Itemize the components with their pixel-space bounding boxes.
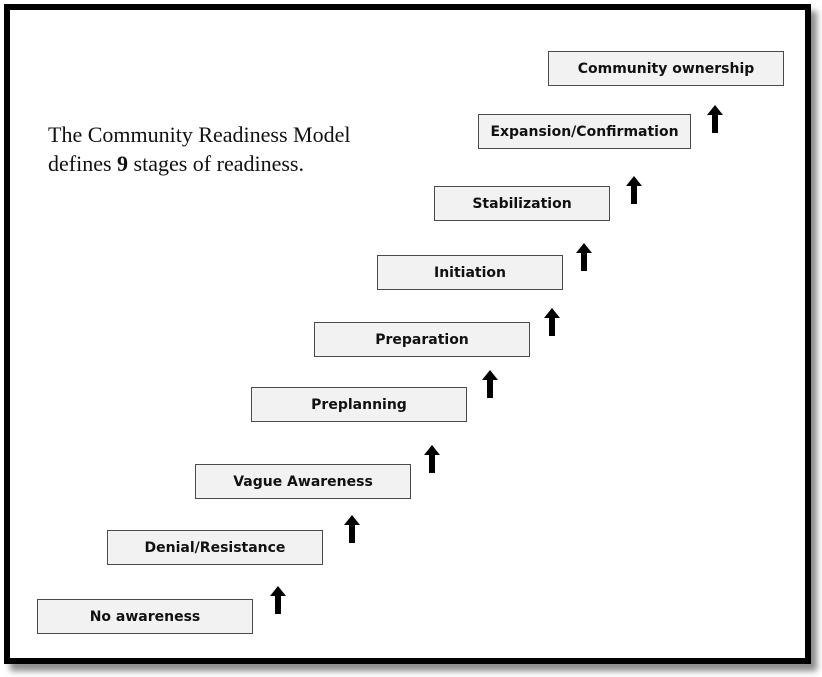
up-arrow-icon <box>576 243 592 271</box>
up-arrow-icon <box>626 176 642 204</box>
up-arrow-icon <box>344 515 360 543</box>
stage-box-no-awareness: No awareness <box>37 599 253 634</box>
stage-box-community-ownership: Community ownership <box>548 51 784 86</box>
stage-box-preplanning: Preplanning <box>251 387 467 422</box>
up-arrow-icon <box>424 445 440 473</box>
diagram-frame: The Community Readiness Model defines 9 … <box>4 4 811 664</box>
up-arrow-icon <box>544 308 560 336</box>
stage-box-denial-resistance: Denial/Resistance <box>107 530 323 565</box>
up-arrow-icon <box>482 370 498 398</box>
stage-box-vague-awareness: Vague Awareness <box>195 464 411 499</box>
stage-box-expansion-confirmation: Expansion/Confirmation <box>478 114 691 149</box>
up-arrow-icon <box>707 105 723 133</box>
caption-line-1: The Community Readiness Model <box>48 122 351 147</box>
caption-line-2: defines 9 stages of readiness. <box>48 151 304 176</box>
stage-count: 9 <box>117 151 129 176</box>
stage-box-preparation: Preparation <box>314 322 530 357</box>
stage-box-stabilization: Stabilization <box>434 186 610 221</box>
stage-box-initiation: Initiation <box>377 255 563 290</box>
diagram-caption: The Community Readiness Model defines 9 … <box>48 120 350 178</box>
up-arrow-icon <box>270 586 286 614</box>
